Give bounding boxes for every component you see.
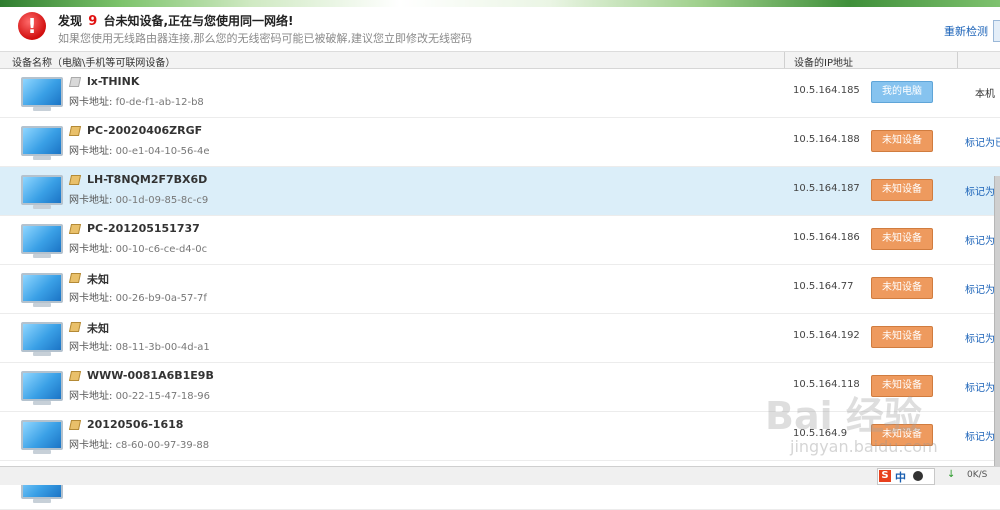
mac-address: 网卡地址: 00-26-b9-0a-57-7f — [69, 293, 207, 304]
device-name: PC-201205151737 — [87, 222, 200, 235]
edit-name-icon[interactable] — [68, 322, 82, 332]
edit-name-icon[interactable] — [68, 77, 82, 87]
device-name: 未知 — [87, 273, 109, 286]
table-row[interactable]: PC-20020406ZRGF 网卡地址: 00-e1-04-10-56-4e … — [0, 118, 1000, 167]
device-ip: 10.5.164.77 — [793, 281, 854, 292]
table-header: 设备名称（电脑\手机等可联网设备） 设备的IP地址 — [0, 52, 1000, 69]
alert-banner: ! 发现 9 台未知设备,正在与您使用同一网络! 如果您使用无线路由器连接,那么… — [0, 7, 1000, 52]
device-ip: 10.5.164.185 — [793, 85, 860, 96]
device-name: lx-THINK — [87, 75, 140, 88]
unknown-device-badge: 未知设备 — [871, 228, 933, 250]
column-header-ip[interactable]: 设备的IP地址 — [794, 54, 853, 69]
mac-address: 网卡地址: c8-60-00-97-39-88 — [69, 440, 210, 451]
mac-address: 网卡地址: 00-e1-04-10-56-4e — [69, 146, 210, 157]
table-row[interactable]: lx-THINK 网卡地址: f0-de-f1-ab-12-b8 10.5.16… — [0, 69, 1000, 118]
edit-name-icon[interactable] — [68, 371, 82, 381]
mac-address: 网卡地址: f0-de-f1-ab-12-b8 — [69, 97, 204, 108]
computer-monitor-icon — [21, 420, 63, 454]
mac-address: 网卡地址: 00-1d-09-85-8c-c9 — [69, 195, 209, 206]
unknown-device-badge: 未知设备 — [871, 130, 933, 152]
computer-monitor-icon — [21, 224, 63, 258]
table-row[interactable]: 未知 网卡地址: 00-26-b9-0a-57-7f 10.5.164.77 未… — [0, 265, 1000, 314]
unknown-device-badge: 未知设备 — [871, 179, 933, 201]
table-row[interactable]: PC-201205151737 网卡地址: 00-10-c6-ce-d4-0c … — [0, 216, 1000, 265]
network-speed: 0K/S — [967, 470, 988, 480]
edit-name-icon[interactable] — [68, 224, 82, 234]
my-computer-badge: 我的电脑 — [871, 81, 933, 103]
edit-name-icon[interactable] — [68, 126, 82, 136]
computer-monitor-icon — [21, 273, 63, 307]
table-row[interactable]: 未知 网卡地址: 08-11-3b-00-4d-a1 10.5.164.192 … — [0, 314, 1000, 363]
unknown-device-badge: 未知设备 — [871, 326, 933, 348]
chinese-mode-toggle[interactable]: 中 — [895, 469, 906, 485]
device-name: 未知 — [87, 322, 109, 335]
table-row[interactable]: LH-T8NQM2F7BX6D 网卡地址: 00-1d-09-85-8c-c9 … — [0, 167, 1000, 216]
alert-title-suffix: 台未知设备,正在与您使用同一网络! — [103, 14, 294, 28]
download-arrow-icon: ↓ — [947, 469, 956, 480]
top-banner-strip — [0, 0, 1000, 7]
alert-subtitle: 如果您使用无线路由器连接,那么您的无线密码可能已被破解,建议您立即修改无线密码 — [58, 32, 472, 45]
sogou-icon[interactable]: S — [879, 470, 891, 482]
mac-address: 网卡地址: 00-22-15-47-18-96 — [69, 391, 210, 402]
alert-title-prefix: 发现 — [58, 14, 83, 28]
local-machine-label: 本机 — [975, 89, 995, 100]
device-name: 20120506-1618 — [87, 418, 184, 431]
unknown-device-count: 9 — [88, 14, 98, 29]
computer-monitor-icon — [21, 77, 63, 111]
edit-name-icon[interactable] — [68, 420, 82, 430]
computer-monitor-icon — [21, 322, 63, 356]
column-header-device-name[interactable]: 设备名称（电脑\手机等可联网设备） — [12, 54, 175, 69]
computer-monitor-icon — [21, 126, 63, 160]
device-ip: 10.5.164.188 — [793, 134, 860, 145]
device-ip: 10.5.164.192 — [793, 330, 860, 341]
watermark-url: jingyan.baidu.com — [790, 437, 938, 456]
mac-address: 网卡地址: 08-11-3b-00-4d-a1 — [69, 342, 210, 353]
input-method-toolbar[interactable]: S 中 — [877, 468, 935, 485]
status-bar: S 中 ↓ 0K/S — [0, 466, 1000, 485]
computer-monitor-icon — [21, 371, 63, 405]
alert-title: 发现 9 台未知设备,正在与您使用同一网络! — [58, 12, 293, 29]
device-ip: 10.5.164.186 — [793, 232, 860, 243]
device-ip: 10.5.164.187 — [793, 183, 860, 194]
recheck-button[interactable] — [993, 20, 1000, 42]
device-name: LH-T8NQM2F7BX6D — [87, 173, 208, 186]
punctuation-icon[interactable] — [913, 471, 923, 481]
mark-as-known-link[interactable]: 标记为已 — [965, 134, 1000, 149]
edit-name-icon[interactable] — [68, 273, 82, 283]
unknown-device-badge: 未知设备 — [871, 277, 933, 299]
mac-address: 网卡地址: 00-10-c6-ce-d4-0c — [69, 244, 208, 255]
edit-name-icon[interactable] — [68, 175, 82, 185]
computer-monitor-icon — [21, 175, 63, 209]
exclamation-icon: ! — [18, 12, 46, 40]
column-divider — [784, 52, 785, 68]
device-name: WWW-0081A6B1E9B — [87, 369, 214, 382]
watermark-logo: Bai 经验 — [765, 394, 922, 438]
recheck-link[interactable]: 重新检测 — [944, 23, 988, 39]
device-name: PC-20020406ZRGF — [87, 124, 203, 137]
column-divider — [957, 52, 958, 68]
vertical-scrollbar[interactable] — [994, 176, 1000, 476]
